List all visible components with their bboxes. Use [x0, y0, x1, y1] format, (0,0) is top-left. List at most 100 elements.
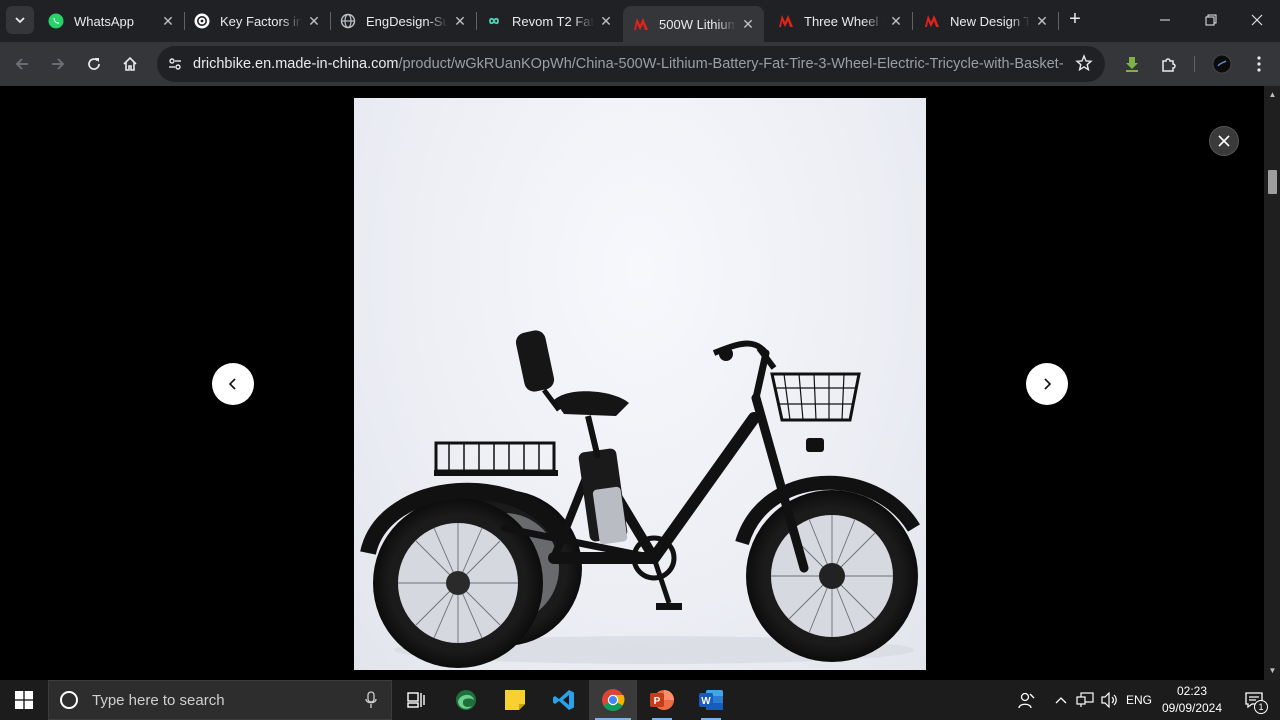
- close-lightbox-button[interactable]: [1209, 126, 1239, 156]
- taskbar-chrome[interactable]: [589, 680, 637, 720]
- search-placeholder: Type here to search: [92, 691, 225, 709]
- profile-button[interactable]: [1208, 50, 1236, 78]
- puzzle-icon: [1162, 58, 1176, 72]
- tab-divider: [1058, 12, 1059, 30]
- avatar: [1212, 54, 1232, 74]
- close-tab-icon[interactable]: ✕: [1034, 13, 1050, 29]
- notification-count-badge: 1: [1254, 700, 1268, 714]
- tab-title: Key Factors in: [220, 13, 302, 29]
- tab-revom[interactable]: Revom T2 Fat ✕: [476, 6, 622, 36]
- url-path: /product/wGkRUanKOpWh/China-500W-Lithium…: [398, 56, 1063, 72]
- scroll-down-arrow-icon[interactable]: ▼: [1268, 666, 1277, 675]
- site-settings-icon[interactable]: [165, 54, 185, 74]
- openai-icon: [194, 13, 210, 29]
- taskbar-sticky-notes[interactable]: [491, 680, 539, 720]
- reload-icon: [88, 58, 100, 70]
- close-tab-icon[interactable]: ✕: [598, 13, 614, 29]
- tab-divider: [912, 12, 913, 30]
- close-tab-icon[interactable]: ✕: [306, 13, 322, 29]
- address-bar[interactable]: drichbike.en.made-in-china.com/product/w…: [157, 46, 1105, 82]
- minimize-button[interactable]: [1142, 0, 1188, 40]
- tab-engdesign[interactable]: EngDesign-Su ✕: [330, 6, 476, 36]
- tab-title: Revom T2 Fat: [512, 13, 594, 29]
- close-tab-icon[interactable]: ✕: [740, 16, 756, 32]
- close-tab-icon[interactable]: ✕: [452, 13, 468, 29]
- start-button[interactable]: [0, 680, 48, 720]
- back-button[interactable]: [8, 50, 36, 78]
- whatsapp-icon: [48, 13, 64, 29]
- back-arrow-icon: [15, 58, 28, 70]
- tab-whatsapp[interactable]: WhatsApp ✕: [38, 6, 184, 36]
- scroll-up-arrow-icon[interactable]: ▲: [1268, 90, 1277, 99]
- network-icon: [1076, 692, 1094, 707]
- people-icon: [1018, 692, 1035, 709]
- network-button[interactable]: [1074, 680, 1096, 720]
- infinity-icon: [486, 13, 502, 29]
- action-center-button[interactable]: 1: [1234, 680, 1274, 720]
- tab-title: EngDesign-Su: [366, 13, 448, 29]
- language-indicator[interactable]: ENG: [1124, 680, 1154, 720]
- bookmark-star-icon[interactable]: [1075, 54, 1093, 77]
- word-icon: W: [699, 690, 723, 710]
- task-view-icon: [407, 692, 425, 708]
- previous-image-button[interactable]: [212, 363, 254, 405]
- electric-tricycle-image: [360, 330, 920, 668]
- page-scrollbar[interactable]: ▲ ▼: [1264, 86, 1280, 680]
- edge-dev-icon: [456, 690, 476, 710]
- tab-title: WhatsApp: [74, 13, 134, 29]
- volume-button[interactable]: [1098, 680, 1120, 720]
- close-tab-icon[interactable]: ✕: [888, 13, 904, 29]
- microphone-icon[interactable]: [365, 691, 377, 709]
- made-in-china-icon: [633, 16, 649, 32]
- chevron-down-icon: [15, 17, 25, 24]
- task-view-button[interactable]: [392, 680, 440, 720]
- home-button[interactable]: [116, 50, 144, 78]
- taskbar-edge-dev[interactable]: [442, 680, 490, 720]
- url-host: drichbike.en.made-in-china.com: [193, 56, 399, 72]
- clock-time: 02:23: [1176, 684, 1208, 698]
- restore-button[interactable]: [1188, 0, 1234, 40]
- close-window-button[interactable]: [1234, 0, 1280, 40]
- speaker-icon: [1101, 692, 1117, 708]
- cortana-icon: [60, 691, 78, 709]
- tab-title: New Design T: [950, 13, 1030, 29]
- more-vert-icon: [1257, 56, 1261, 72]
- product-image: [354, 98, 926, 670]
- extensions-button[interactable]: [1155, 50, 1183, 78]
- new-tab-button[interactable]: +: [1064, 8, 1086, 30]
- url-text: drichbike.en.made-in-china.com/product/w…: [193, 56, 1063, 72]
- forward-button[interactable]: [44, 50, 72, 78]
- tab-500w-lithium[interactable]: 500W Lithium ✕: [623, 6, 764, 42]
- chevron-left-icon: [228, 378, 236, 390]
- system-clock[interactable]: 02:23 09/09/2024: [1156, 683, 1228, 717]
- menu-button[interactable]: [1245, 50, 1273, 78]
- windows-taskbar: Type here to search P W ENG 02:23 09/09/…: [0, 680, 1280, 720]
- tab-key-factors[interactable]: Key Factors in ✕: [184, 6, 330, 36]
- close-tab-icon[interactable]: ✕: [160, 13, 176, 29]
- show-hidden-icons-button[interactable]: [1050, 680, 1072, 720]
- chevron-up-icon: [1055, 697, 1067, 704]
- chrome-icon: [602, 689, 625, 711]
- tab-strip: WhatsApp ✕ Key Factors in ✕ EngDesign-Su…: [0, 0, 1280, 42]
- browser-window: WhatsApp ✕ Key Factors in ✕ EngDesign-Su…: [0, 0, 1280, 680]
- tab-title: Three Wheel F: [804, 13, 884, 29]
- taskbar-powerpoint[interactable]: P: [638, 680, 686, 720]
- taskbar-search-box[interactable]: Type here to search: [48, 680, 392, 720]
- close-icon: [1251, 14, 1263, 26]
- tab-search-button[interactable]: [6, 6, 34, 34]
- taskbar-word[interactable]: W: [687, 680, 735, 720]
- forward-arrow-icon: [52, 58, 65, 70]
- people-button[interactable]: [1012, 680, 1040, 720]
- tab-three-wheel[interactable]: Three Wheel F ✕: [768, 6, 912, 36]
- reload-button[interactable]: [80, 50, 108, 78]
- scroll-thumb[interactable]: [1268, 170, 1277, 194]
- taskbar-vscode[interactable]: [540, 680, 588, 720]
- chevron-right-icon: [1044, 378, 1052, 390]
- svg-text:P: P: [654, 696, 661, 707]
- tab-new-design[interactable]: New Design T ✕: [914, 6, 1058, 36]
- windows-logo-icon: [15, 691, 33, 709]
- made-in-china-icon: [924, 13, 940, 29]
- idm-extension-button[interactable]: [1118, 50, 1146, 78]
- next-image-button[interactable]: [1026, 363, 1068, 405]
- minimize-icon: [1160, 19, 1170, 21]
